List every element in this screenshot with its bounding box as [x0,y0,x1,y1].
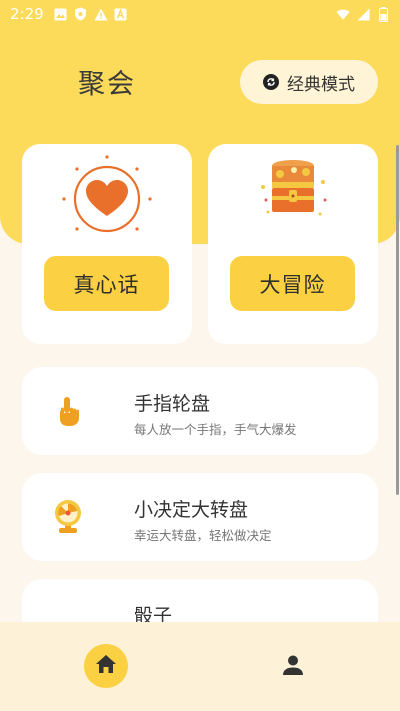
bottom-navigation [0,622,400,711]
dare-card[interactable]: 大冒险 [208,144,378,344]
page-title: 聚会 [78,69,136,100]
treasure-chest-icon [208,152,378,238]
battery-icon [376,6,390,22]
list-item-subtitle: 幸运大转盘，轻松做决定 [134,528,272,543]
list-item-subtitle: 每人放一个手指，手气大爆发 [134,422,297,437]
switch-icon [263,74,279,90]
truth-button[interactable]: 真心话 [44,256,169,311]
dare-button[interactable]: 大冒险 [230,256,355,311]
finger-pointer-icon [48,391,88,431]
list-item-title: 小决定大转盘 [134,499,249,521]
shield-icon [74,7,88,21]
list-item-finger-roulette[interactable]: 手指轮盘 每人放一个手指，手气大爆发 [22,367,378,455]
signal-icon [356,7,370,21]
nav-home-button[interactable] [84,644,128,688]
spin-wheel-icon [48,497,88,537]
list-item-title: 手指轮盘 [134,393,211,415]
profile-icon [282,654,304,680]
a-badge-icon [114,7,128,21]
warning-icon [94,7,108,21]
status-time: 2:29 [10,5,44,23]
status-bar: 2:29 [0,0,400,28]
classic-mode-button[interactable]: 经典模式 [240,60,378,104]
heart-sun-icon [22,152,192,243]
classic-mode-label: 经典模式 [287,74,355,95]
list-item-spin-wheel[interactable]: 小决定大转盘 幸运大转盘，轻松做决定 [22,473,378,561]
home-icon [95,654,117,678]
wifi-icon [336,7,350,21]
truth-card[interactable]: 真心话 [22,144,192,344]
image-icon [54,7,68,21]
scrollbar[interactable] [396,145,399,495]
nav-profile-button[interactable] [280,654,306,680]
